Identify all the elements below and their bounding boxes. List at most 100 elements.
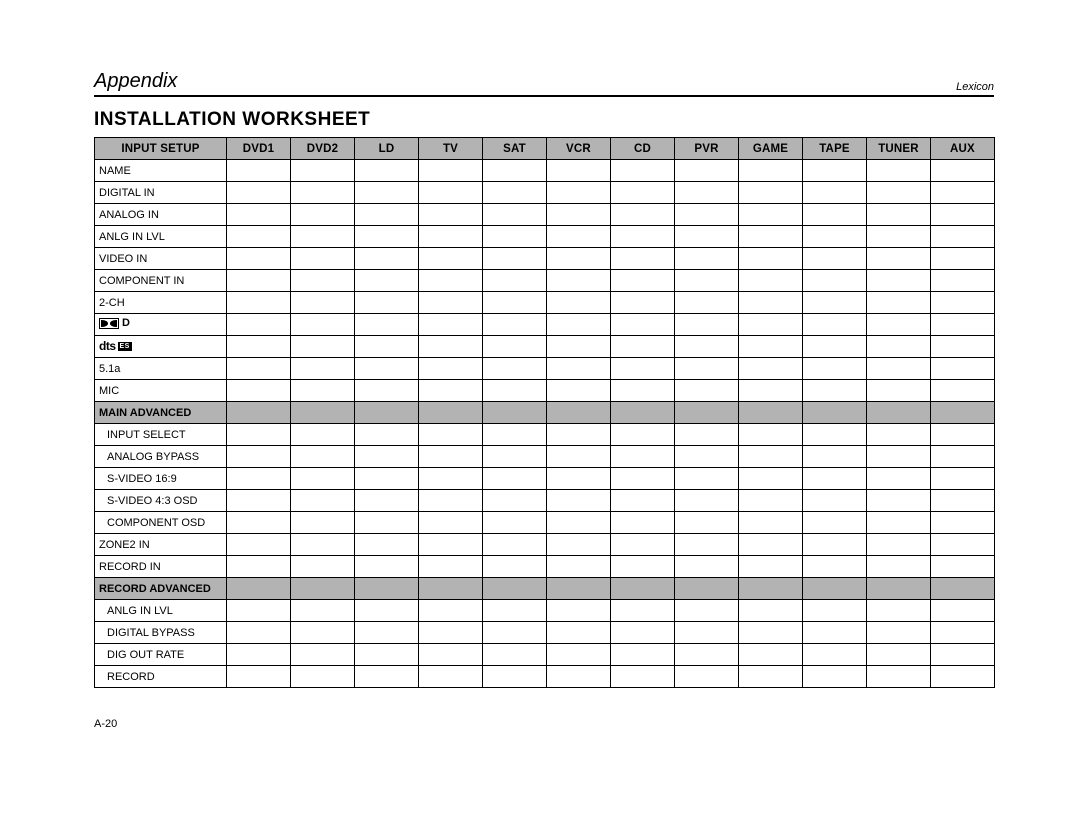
cell [355,358,419,380]
table-row: D [95,314,995,336]
cell [291,402,355,424]
cell [227,666,291,688]
cell [291,292,355,314]
cell [483,512,547,534]
cell [419,556,483,578]
cell [867,424,931,446]
cell [227,534,291,556]
cell [483,380,547,402]
cell [739,600,803,622]
cell [675,160,739,182]
cell [355,468,419,490]
cell [739,644,803,666]
cell [931,248,995,270]
cell [803,402,867,424]
cell [611,292,675,314]
cell [739,556,803,578]
header-col: DVD2 [291,138,355,160]
cell [867,160,931,182]
row-label: DIGITAL BYPASS [95,622,227,644]
cell [227,468,291,490]
cell [611,424,675,446]
cell [355,226,419,248]
header-col: TV [419,138,483,160]
cell [675,468,739,490]
header-col: VCR [547,138,611,160]
cell [931,380,995,402]
row-label: INPUT SELECT [95,424,227,446]
row-label: MAIN ADVANCED [95,402,227,424]
cell [611,622,675,644]
cell [419,292,483,314]
cell [675,600,739,622]
dolby-d-icon: D [99,318,130,329]
cell [483,424,547,446]
cell [803,534,867,556]
cell [867,248,931,270]
cell [931,556,995,578]
cell [291,424,355,446]
cell [419,622,483,644]
table-row: INPUT SELECT [95,424,995,446]
cell [227,490,291,512]
cell [419,336,483,358]
header-col: TUNER [867,138,931,160]
cell [803,556,867,578]
cell [611,512,675,534]
cell [483,534,547,556]
cell [675,666,739,688]
section-title: Appendix [94,70,177,93]
cell [803,270,867,292]
table-header-row: INPUT SETUP DVD1 DVD2 LD TV SAT VCR CD P… [95,138,995,160]
cell [291,204,355,226]
cell [803,490,867,512]
cell [931,622,995,644]
cell [227,556,291,578]
cell [227,336,291,358]
dts-es-icon: dtsES [99,340,132,352]
cell [611,204,675,226]
cell [291,160,355,182]
row-label: ZONE2 IN [95,534,227,556]
cell [611,358,675,380]
cell [803,248,867,270]
cell [419,314,483,336]
row-label: DIGITAL IN [95,182,227,204]
cell [867,182,931,204]
cell [931,182,995,204]
cell [227,204,291,226]
table-row: ANALOG IN [95,204,995,226]
cell [419,182,483,204]
cell [675,336,739,358]
row-label: RECORD IN [95,556,227,578]
cell [867,534,931,556]
cell [355,270,419,292]
cell [227,424,291,446]
cell [291,446,355,468]
cell [227,314,291,336]
cell [675,402,739,424]
cell [483,248,547,270]
cell [739,314,803,336]
table-row: S-VIDEO 16:9 [95,468,995,490]
table-row: COMPONENT OSD [95,512,995,534]
row-label: NAME [95,160,227,182]
cell [291,578,355,600]
cell [355,512,419,534]
cell [675,622,739,644]
cell [867,270,931,292]
cell [483,666,547,688]
table-row: S-VIDEO 4:3 OSD [95,490,995,512]
table-row: RECORD IN [95,556,995,578]
cell [867,644,931,666]
cell [931,270,995,292]
row-label: ANLG IN LVL [95,226,227,248]
table-row: DIGITAL IN [95,182,995,204]
cell [227,512,291,534]
cell [611,402,675,424]
cell [611,182,675,204]
cell [355,248,419,270]
cell [291,270,355,292]
cell [547,578,611,600]
cell [291,468,355,490]
